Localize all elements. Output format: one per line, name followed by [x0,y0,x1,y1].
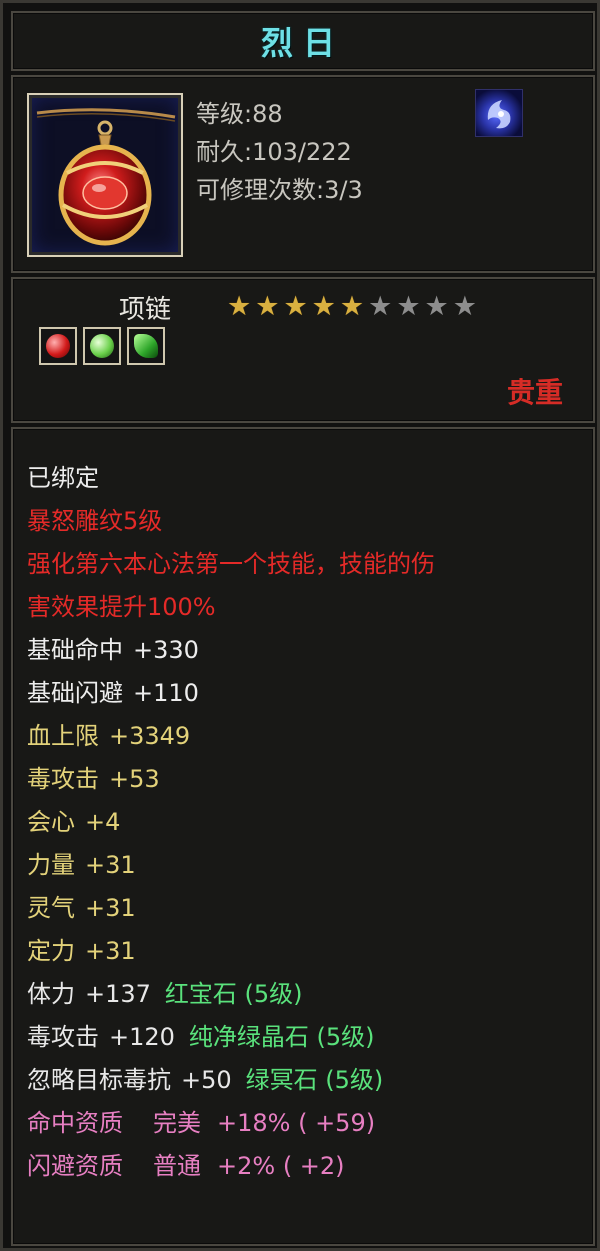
gem-stat-row: 体力 +137 红宝石 (5级) [27,973,435,1016]
item-portrait [27,93,183,257]
stat-value: +31 [85,937,136,965]
star-filled-icon: ★ [283,291,308,322]
stat-value: +110 [133,679,199,707]
stat-row: 定力 +31 [27,930,435,973]
details-list: 已绑定 暴怒雕纹5级 强化第六本心法第一个技能，技能的伤 害效果提升100% 基… [27,457,435,1188]
repair-count-text: 可修理次数:3/3 [196,176,363,204]
quality-value: +18% ( +59) [217,1109,376,1137]
ruby-gem-icon [39,327,77,365]
stat-value: +31 [85,851,136,879]
stat-label: 灵气 [27,894,75,922]
enhance-stars: ★ ★ ★ ★ ★ ★ ★ ★ ★ [227,293,477,321]
level-text: 等级:88 [196,100,283,128]
gem-stat-row: 毒攻击 +120 纯净绿晶石 (5级) [27,1016,435,1059]
quality-label: 命中资质 [27,1109,123,1137]
quality-grade: 完美 [153,1109,201,1137]
stat-row: 血上限 +3349 [27,715,435,758]
durability-text: 耐久:103/222 [196,138,352,166]
stat-label: 毒攻击 [27,1023,99,1051]
item-basic-stats: 等级:88 耐久:103/222 可修理次数:3/3 [196,95,363,209]
stat-value: +31 [85,894,136,922]
item-type-section: 项链 ★ ★ ★ ★ ★ ★ ★ ★ ★ 贵重 [11,277,595,423]
stat-label: 基础闪避 [27,679,123,707]
stat-label: 定力 [27,937,75,965]
stat-value: +120 [109,1023,175,1051]
stat-label: 血上限 [27,722,99,750]
engrave-desc-line: 强化第六本心法第一个技能，技能的伤 [27,550,435,578]
quality-grade: 普通 [153,1152,201,1180]
stat-label: 体力 [27,980,75,1008]
quality-row: 命中资质 完美 +18% ( +59) [27,1102,435,1145]
stat-label: 会心 [27,808,75,836]
stat-label: 忽略目标毒抗 [27,1066,171,1094]
stat-row: 基础闪避 +110 [27,672,435,715]
stat-value: +53 [109,765,160,793]
stat-row: 毒攻击 +53 [27,758,435,801]
star-filled-icon: ★ [255,291,280,322]
stat-label: 基础命中 [27,636,123,664]
gem-name: 绿冥石 (5级) [245,1066,384,1094]
gem-slots [39,327,165,365]
green-crystal-gem-icon [83,327,121,365]
stat-label: 力量 [27,851,75,879]
stat-value: +137 [85,980,151,1008]
stat-row: 基础命中 +330 [27,629,435,672]
star-empty-icon: ★ [424,291,449,322]
item-header: 等级:88 耐久:103/222 可修理次数:3/3 [11,75,595,273]
star-empty-icon: ★ [368,291,393,322]
gem-name: 红宝石 (5级) [164,980,303,1008]
school-emblem-icon [475,89,523,137]
engrave-desc-line: 害效果提升100% [27,593,216,621]
item-name: 烈日 [260,24,345,62]
title-bar: 烈日 [11,11,595,71]
quality-label: 闪避资质 [27,1152,123,1180]
star-filled-icon: ★ [339,291,365,322]
stat-value: +330 [133,636,199,664]
stat-row: 会心 +4 [27,801,435,844]
stat-value: +3349 [109,722,191,750]
gem-stat-row: 忽略目标毒抗 +50 绿冥石 (5级) [27,1059,435,1102]
bound-status: 已绑定 [27,464,99,492]
gem-name: 纯净绿晶石 (5级) [188,1023,375,1051]
green-jade-gem-icon [127,327,165,365]
quality-row: 闪避资质 普通 +2% ( +2) [27,1145,435,1188]
rarity-label: 贵重 [506,376,563,409]
star-empty-icon: ★ [396,291,421,322]
necklace-icon [36,108,176,246]
stat-row: 力量 +31 [27,844,435,887]
star-filled-icon: ★ [227,291,252,322]
item-tooltip: 烈日 等级:88 耐久:103/222 可修理次数:3/3 项链 ★ ★ ★ ★… [0,0,600,1251]
item-details: 已绑定 暴怒雕纹5级 强化第六本心法第一个技能，技能的伤 害效果提升100% 基… [11,427,595,1246]
stat-value: +50 [181,1066,232,1094]
engrave-name: 暴怒雕纹5级 [27,507,163,535]
stat-value: +4 [85,808,121,836]
item-category: 项链 [119,295,172,325]
stat-label: 毒攻击 [27,765,99,793]
star-filled-icon: ★ [311,291,336,322]
stat-row: 灵气 +31 [27,887,435,930]
quality-value: +2% ( +2) [217,1152,345,1180]
star-empty-icon: ★ [452,291,477,322]
